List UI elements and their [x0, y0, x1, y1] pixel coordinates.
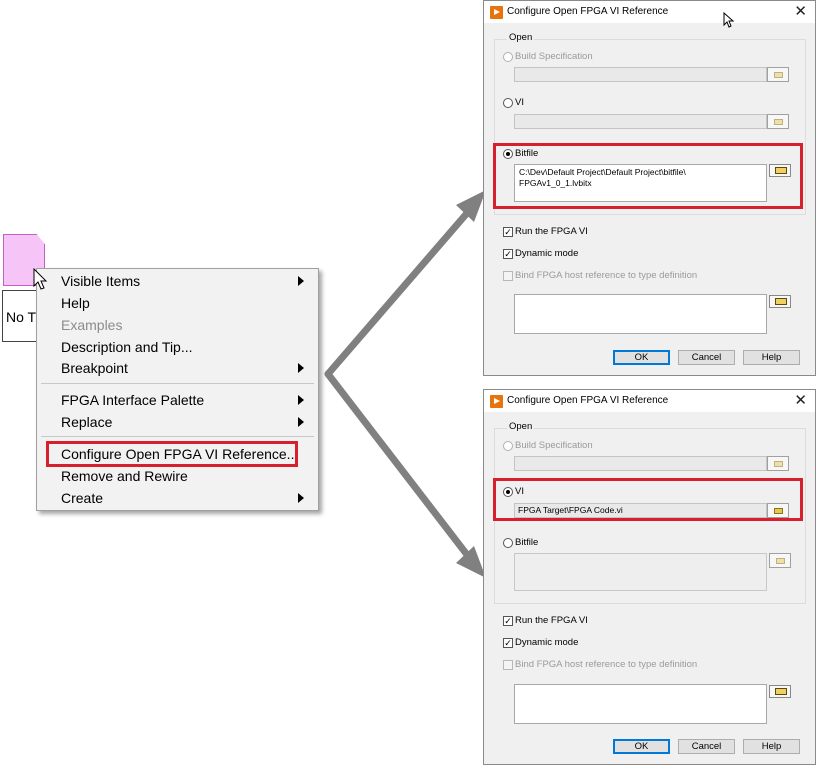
vi-radio[interactable]	[503, 487, 513, 497]
bitfile-radio[interactable]	[503, 538, 513, 548]
dialog-title: Configure Open FPGA VI Reference	[507, 395, 669, 406]
labview-icon	[490, 6, 503, 19]
help-button[interactable]: Help	[743, 350, 800, 365]
bitfile-path-field[interactable]: C:\Dev\Default Project\Default Project\b…	[514, 164, 767, 202]
cancel-button[interactable]: Cancel	[678, 350, 735, 365]
bind-type-def-checkbox	[503, 660, 513, 670]
bind-type-def-label: Bind FPGA host reference to type definit…	[515, 270, 698, 281]
bitfile-path-field	[514, 553, 767, 591]
browse-bitfile-button	[769, 553, 791, 568]
bitfile-label: Bitfile	[515, 537, 539, 548]
vi-radio[interactable]	[503, 98, 513, 108]
run-fpga-vi-checkbox[interactable]: ✓	[503, 227, 513, 237]
dialog-title: Configure Open FPGA VI Reference	[507, 6, 669, 17]
close-icon[interactable]: ✕	[794, 3, 807, 21]
bind-type-def-label: Bind FPGA host reference to type definit…	[515, 659, 698, 670]
dialog-title-bar: Configure Open FPGA VI Reference ✕	[484, 390, 815, 412]
bitfile-radio[interactable]	[503, 149, 513, 159]
run-fpga-vi-checkbox[interactable]: ✓	[503, 616, 513, 626]
vi-label: VI	[515, 486, 524, 497]
dynamic-mode-label: Dynamic mode	[515, 637, 579, 648]
open-group-label: Open	[507, 32, 535, 44]
dynamic-mode-checkbox[interactable]: ✓	[503, 638, 513, 648]
build-spec-label: Build Specification	[515, 440, 593, 451]
folder-icon	[776, 558, 785, 564]
build-spec-radio	[503, 52, 513, 62]
folder-icon	[774, 461, 783, 467]
bitfile-path-line-1: C:\Dev\Default Project\Default Project\b…	[519, 167, 686, 177]
browse-type-def-button[interactable]	[769, 295, 791, 308]
arrow-to-vi-dialog	[324, 370, 472, 560]
configure-dialog-bitfile: Configure Open FPGA VI Reference ✕ Open …	[483, 0, 816, 376]
bitfile-path-line-2: FPGAv1_0_1.lvbitx	[519, 178, 592, 188]
vi-path-field[interactable]: FPGA Target\FPGA Code.vi	[514, 503, 767, 518]
ok-button[interactable]: OK	[613, 350, 670, 365]
ok-button[interactable]: OK	[613, 739, 670, 754]
close-icon[interactable]: ✕	[794, 392, 807, 410]
browse-build-spec-button	[767, 67, 789, 82]
browse-bitfile-button[interactable]	[769, 164, 791, 177]
bitfile-label: Bitfile	[515, 148, 539, 159]
folder-icon	[774, 72, 783, 78]
open-group-label: Open	[507, 421, 535, 433]
configure-dialog-vi: Configure Open FPGA VI Reference ✕ Open …	[483, 389, 816, 765]
browse-build-spec-button	[767, 456, 789, 471]
dynamic-mode-checkbox[interactable]: ✓	[503, 249, 513, 259]
arrow-pointer-icon	[723, 12, 735, 28]
browse-vi-button[interactable]	[767, 503, 789, 518]
cancel-button[interactable]: Cancel	[678, 739, 735, 754]
browse-type-def-button[interactable]	[769, 685, 791, 698]
build-spec-label: Build Specification	[515, 51, 593, 62]
folder-icon	[775, 167, 787, 174]
browse-vi-button	[767, 114, 789, 129]
vi-label: VI	[515, 97, 524, 108]
help-button[interactable]: Help	[743, 739, 800, 754]
bind-type-def-checkbox	[503, 271, 513, 281]
dialog-title-bar: Configure Open FPGA VI Reference ✕	[484, 1, 815, 23]
type-def-path-field[interactable]	[514, 294, 767, 334]
build-spec-field	[514, 456, 767, 471]
arrow-to-bitfile-dialog	[324, 208, 472, 378]
folder-icon	[774, 119, 783, 125]
labview-icon	[490, 395, 503, 408]
folder-icon	[775, 298, 787, 305]
folder-icon	[774, 508, 783, 514]
type-def-path-field[interactable]	[514, 684, 767, 724]
run-fpga-vi-label: Run the FPGA VI	[515, 615, 588, 626]
run-fpga-vi-label: Run the FPGA VI	[515, 226, 588, 237]
build-spec-radio	[503, 441, 513, 451]
folder-icon	[775, 688, 787, 695]
vi-path-field	[514, 114, 767, 129]
dynamic-mode-label: Dynamic mode	[515, 248, 579, 259]
build-spec-field	[514, 67, 767, 82]
